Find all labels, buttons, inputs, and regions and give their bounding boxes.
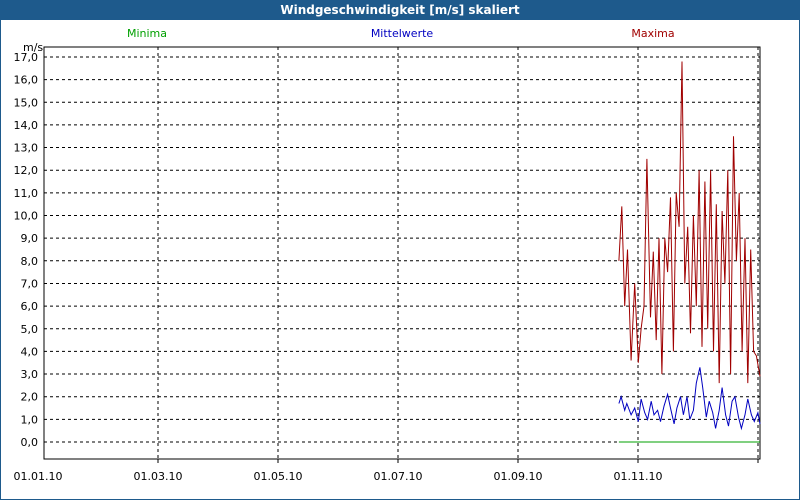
x-tick-label: 01.09.10 xyxy=(494,470,543,483)
legend-item-mittelwerte: Mittelwerte xyxy=(371,27,434,40)
y-tick-label: 7,0 xyxy=(21,277,39,290)
y-tick-label: 5,0 xyxy=(21,323,39,336)
y-tick-label: 15,0 xyxy=(14,96,39,109)
y-tick-label: 4,0 xyxy=(21,345,39,358)
y-tick-label: 12,0 xyxy=(14,164,39,177)
y-tick-label: 8,0 xyxy=(21,255,39,268)
legend: Minima Mittelwerte Maxima xyxy=(127,27,675,40)
x-tick-label: 01.07.10 xyxy=(374,470,423,483)
y-tick-label: 11,0 xyxy=(14,187,39,200)
x-tick-label: 01.05.10 xyxy=(254,470,303,483)
y-tick-label: 0,0 xyxy=(21,436,39,449)
y-axis: 0,0 1,0 2,0 3,0 4,0 5,0 6,0 7,0 8,0 9,0 10,0 11,0 12… xyxy=(14,51,39,449)
chart-window: Windgeschwindigkeit [m/s] skaliert 0,0 1,… xyxy=(0,0,800,500)
y-tick-label: 16,0 xyxy=(14,74,39,87)
y-tick-label: 9,0 xyxy=(21,232,39,245)
y-tick-label: 6,0 xyxy=(21,300,39,313)
y-tick-label: 2,0 xyxy=(21,391,39,404)
grid-lines xyxy=(44,47,760,459)
x-tick-label: 01.03.10 xyxy=(134,470,183,483)
legend-item-maxima: Maxima xyxy=(631,27,674,40)
x-axis: 01.01.10 01.03.10 01.05.10 01.07.10 01.09.10… xyxy=(14,459,759,483)
legend-item-minima: Minima xyxy=(127,27,167,40)
x-tick-label: 01.01.10 xyxy=(14,470,63,483)
y-tick-label: 3,0 xyxy=(21,368,39,381)
y-tick-label: 14,0 xyxy=(14,119,39,132)
y-axis-label: m/s xyxy=(23,41,43,54)
series-lines xyxy=(618,61,761,443)
chart-plot: 0,0 1,0 2,0 3,0 4,0 5,0 6,0 7,0 8,0 9,0 10,0 11,0 12… xyxy=(14,27,761,483)
series-line-maxima xyxy=(618,61,761,384)
y-tick-label: 10,0 xyxy=(14,210,39,223)
y-tick-label: 1,0 xyxy=(21,413,39,426)
x-tick-label: 01.11.10 xyxy=(614,470,663,483)
y-tick-label: 13,0 xyxy=(14,142,39,155)
